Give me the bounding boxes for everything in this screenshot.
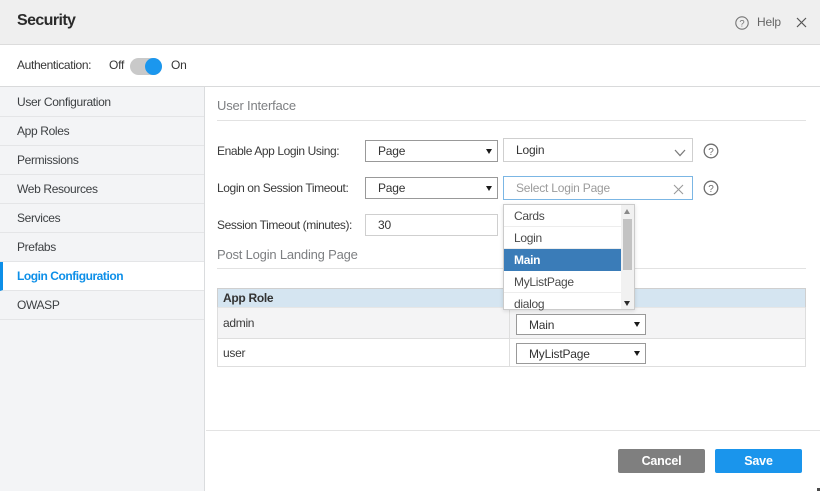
svg-text:?: ? — [708, 147, 714, 158]
svg-text:?: ? — [739, 18, 744, 29]
svg-text:?: ? — [708, 184, 714, 195]
